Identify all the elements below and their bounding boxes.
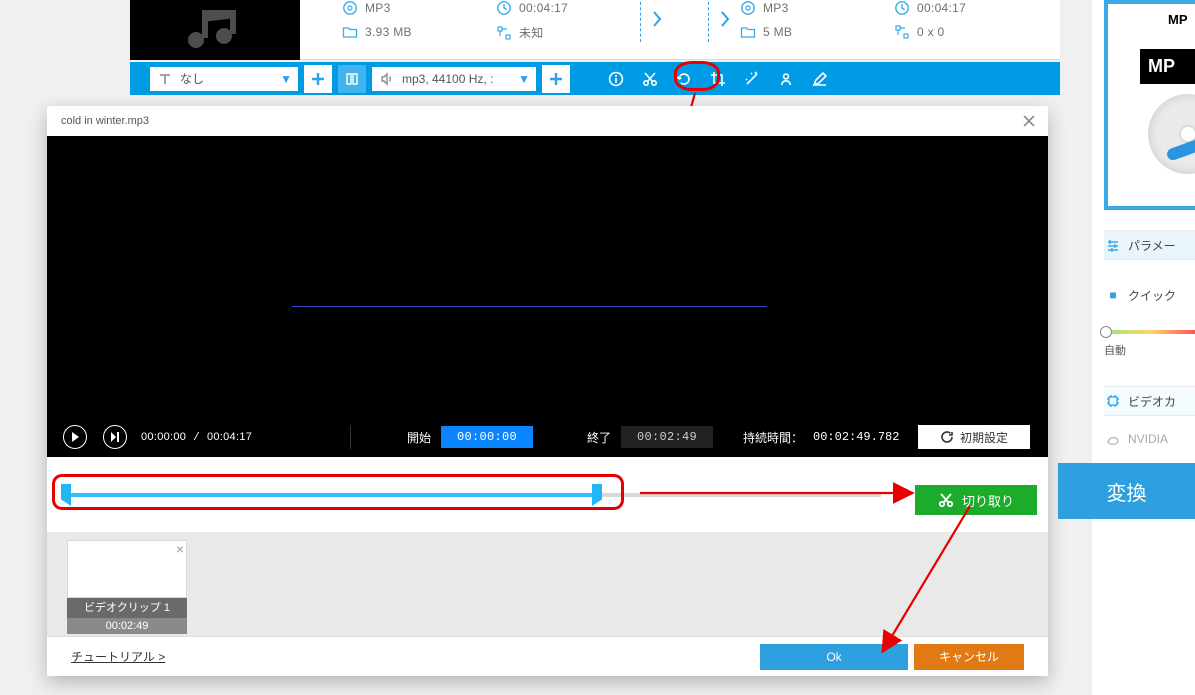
chevron-down-icon: ▼ (518, 72, 530, 86)
edit-button[interactable] (806, 65, 834, 93)
dst-duration: 00:04:17 (894, 0, 966, 16)
duration-value: 00:02:49.782 (813, 430, 899, 444)
ok-button[interactable]: Ok (760, 644, 908, 670)
start-time-input[interactable] (441, 426, 533, 448)
dst-dimensions: 0 x 0 (894, 24, 966, 40)
playback-time: 00:00:00 / 00:04:17 (141, 431, 252, 444)
folder-icon (342, 24, 358, 40)
parameter-tab[interactable]: パラメー (1104, 230, 1195, 260)
speaker-icon (380, 72, 394, 86)
next-frame-button[interactable] (103, 425, 127, 449)
right-panel: MP MP パラメー ■ クイック 自動 ビデオカ NVIDIA (1092, 0, 1195, 695)
src-format: MP3 (342, 0, 412, 16)
rotate-button[interactable] (670, 65, 698, 93)
annotation-highlight (52, 474, 624, 510)
cut-button[interactable] (636, 65, 664, 93)
chevron-right-icon (652, 10, 664, 28)
refresh-icon (940, 430, 954, 444)
play-button[interactable] (63, 425, 87, 449)
dimensions-icon (496, 25, 512, 41)
preview-area (47, 136, 1048, 417)
folder-icon (740, 24, 756, 40)
video-card-row[interactable]: ビデオカ (1104, 386, 1195, 416)
close-button[interactable] (1020, 112, 1038, 130)
disc-icon (1148, 94, 1195, 174)
reset-button[interactable]: 初期設定 (918, 425, 1030, 449)
tutorial-link[interactable]: チュートリアル > (71, 648, 165, 665)
source-thumbnail (130, 0, 300, 60)
subtitle-label: なし (180, 70, 204, 87)
output-format-card[interactable]: MP MP (1104, 0, 1195, 210)
scissors-icon (938, 492, 954, 508)
duration-label: 持続時間： (743, 429, 803, 446)
apply-cut-button[interactable]: 切り取り (915, 485, 1037, 515)
start-label: 開始 (407, 429, 431, 446)
dst-size: 5 MB (740, 24, 792, 40)
audio-label: mp3, 44100 Hz, : (402, 72, 493, 86)
chapter-button[interactable] (338, 65, 366, 93)
quality-slider[interactable]: 自動 (1104, 326, 1195, 356)
sliders-icon (1104, 236, 1122, 254)
square-icon: ■ (1104, 286, 1122, 304)
end-time-input[interactable] (621, 426, 713, 448)
text-icon (158, 72, 172, 86)
src-size: 3.93 MB (342, 24, 412, 40)
watermark-button[interactable] (772, 65, 800, 93)
audio-dropdown[interactable]: mp3, 44100 Hz, : ▼ (372, 67, 536, 91)
remove-clip-button[interactable]: × (176, 541, 184, 557)
clip-item[interactable]: × ビデオクリップ 1 00:02:49 (67, 540, 187, 634)
quick-row[interactable]: ■ クイック (1104, 280, 1195, 310)
playback-controls: 00:00:00 / 00:04:17 開始 終了 持続時間： 00:02:49… (47, 417, 1048, 457)
add-audio-button[interactable] (542, 65, 570, 93)
clip-duration: 00:02:49 (67, 618, 187, 634)
src-dimensions: 未知 (496, 24, 568, 41)
dialog-title: cold in winter.mp3 (47, 106, 1048, 136)
nvidia-row: NVIDIA (1104, 424, 1195, 454)
chip-icon (1104, 392, 1122, 410)
format-badge: MP (1140, 49, 1195, 84)
source-file-row: MP3 3.93 MB 00:04:17 未知 (130, 0, 1060, 60)
format-icon (342, 0, 358, 16)
chevron-right-icon (720, 10, 732, 28)
format-icon (740, 0, 756, 16)
crop-button[interactable] (704, 65, 732, 93)
cancel-button[interactable]: キャンセル (914, 644, 1024, 670)
add-subtitle-button[interactable] (304, 65, 332, 93)
format-title: MP (1168, 12, 1188, 27)
clock-icon (496, 0, 512, 16)
info-button[interactable] (602, 65, 630, 93)
chevron-down-icon: ▼ (280, 72, 292, 86)
nvidia-icon (1104, 430, 1122, 448)
file-toolbar: なし ▼ mp3, 44100 Hz, : ▼ (130, 62, 1060, 95)
dst-format: MP3 (740, 0, 792, 16)
effects-button[interactable] (738, 65, 766, 93)
clips-strip: × ビデオクリップ 1 00:02:49 (47, 532, 1048, 642)
clip-caption: ビデオクリップ 1 (67, 598, 187, 618)
subtitle-dropdown[interactable]: なし ▼ (150, 67, 298, 91)
end-label: 終了 (587, 429, 611, 446)
clip-thumbnail: × (67, 540, 187, 598)
convert-button[interactable]: 変換 (1058, 463, 1195, 519)
src-duration: 00:04:17 (496, 0, 568, 16)
trim-dialog: cold in winter.mp3 00:00:00 / 00:04:17 開… (47, 106, 1048, 676)
dimensions-icon (894, 24, 910, 40)
dialog-footer: チュートリアル > Ok キャンセル (47, 636, 1048, 676)
slider-label: 自動 (1104, 342, 1126, 358)
clock-icon (894, 0, 910, 16)
